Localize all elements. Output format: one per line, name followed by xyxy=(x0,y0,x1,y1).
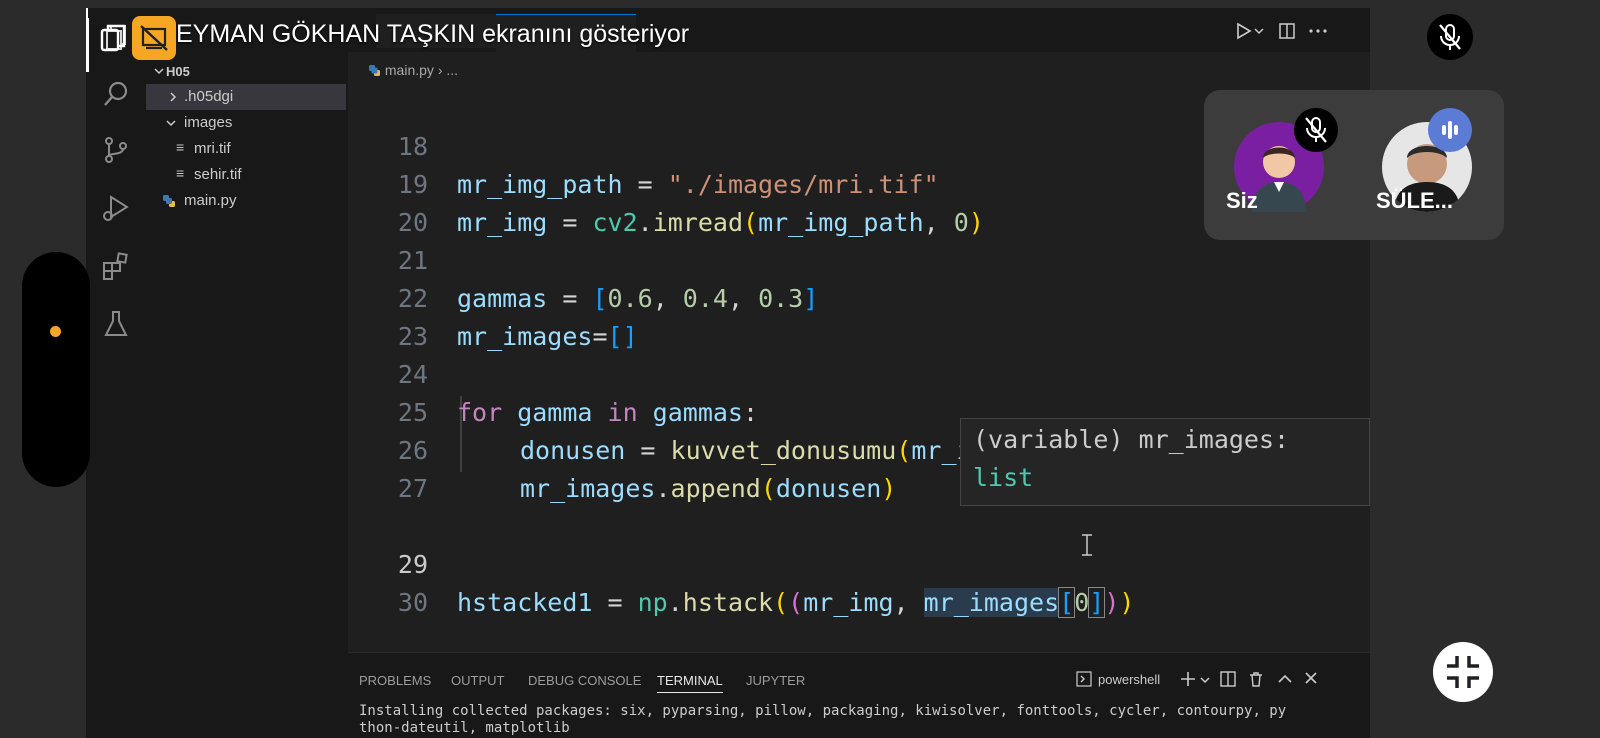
tab-problems[interactable]: PROBLEMS xyxy=(359,673,431,688)
code-token: . xyxy=(667,588,683,617)
mic-off-icon xyxy=(1439,24,1461,50)
tree-file-mri-tif[interactable]: ≡ mri.tif xyxy=(146,136,346,162)
code-line-29[interactable]: 29 hstacked1 = np.hstack((mr_img, mr_ima… xyxy=(348,508,1370,618)
chevron-down-icon xyxy=(166,120,176,127)
audio-level-icon xyxy=(1442,121,1458,139)
search-icon[interactable] xyxy=(100,78,132,110)
banner-divider xyxy=(86,18,89,72)
file-lines-icon: ≡ xyxy=(176,165,185,181)
copy-icon[interactable] xyxy=(98,22,130,54)
line-number: 30 xyxy=(397,588,428,617)
activity-bar xyxy=(86,8,146,738)
mic-off-icon xyxy=(1305,117,1327,143)
chevron-down-icon[interactable] xyxy=(1254,26,1264,36)
split-editor-icon[interactable] xyxy=(1278,22,1296,40)
testing-flask-icon[interactable] xyxy=(100,308,132,340)
fullscreen-exit-icon xyxy=(1447,656,1479,688)
code-token: , xyxy=(893,588,924,617)
code-token: ) xyxy=(1119,588,1135,617)
hover-tooltip: (variable) mr_images: list xyxy=(960,418,1370,506)
code-token: hstack xyxy=(682,588,774,617)
hover-type: list xyxy=(973,463,1034,492)
code-token: mr_img xyxy=(803,588,894,617)
presenting-label: EYMAN GÖKHAN TAŞKIN ekranını gösteriyor xyxy=(176,20,690,48)
terminal-output[interactable]: Installing collected packages: six, pypa… xyxy=(359,703,1286,737)
chevron-down-icon[interactable] xyxy=(154,66,164,76)
code-line-23[interactable]: 23 xyxy=(348,280,1370,351)
chevron-right-icon xyxy=(170,92,177,102)
code-line-24[interactable]: 24 for gamma in gammas: xyxy=(348,318,1370,427)
tree-item-label: mri.tif xyxy=(194,140,231,157)
code-token: 0 xyxy=(1074,588,1090,617)
explorer-sidebar: H05 .h05dgi images ≡ mri.tif ≡ sehir.tif… xyxy=(146,52,349,738)
participant-name: Siz xyxy=(1226,188,1258,213)
split-terminal-icon[interactable] xyxy=(1220,671,1236,687)
tree-item-label: main.py xyxy=(184,192,237,209)
terminal-shell-name[interactable]: powershell xyxy=(1098,672,1160,687)
breadcrumb-file[interactable]: main.py xyxy=(385,62,434,78)
code-line-30[interactable]: 30 xyxy=(348,546,1370,617)
hover-signature: (variable) mr_images: xyxy=(973,425,1290,454)
code-token: ] xyxy=(1088,587,1106,618)
code-token-highlighted: mr_images xyxy=(923,588,1060,617)
shared-screen-vscode: H05 .h05dgi images ≡ mri.tif ≡ sehir.tif… xyxy=(86,8,1370,738)
python-file-icon xyxy=(369,65,380,76)
code-line-22[interactable]: 22 mr_images=[] xyxy=(348,242,1370,351)
tree-item-h05dgi[interactable]: .h05dgi xyxy=(146,84,346,110)
code-token: ( xyxy=(773,588,789,617)
text-cursor-icon xyxy=(1082,534,1092,556)
source-control-icon[interactable] xyxy=(100,134,132,166)
mic-muted-button[interactable] xyxy=(1427,14,1473,60)
explorer-root-h05[interactable]: H05 xyxy=(166,64,190,79)
side-handle[interactable] xyxy=(22,252,90,487)
code-token: = xyxy=(592,588,638,617)
tree-item-label: .h05dgi xyxy=(184,88,234,105)
presentation-off-icon[interactable] xyxy=(132,16,176,60)
participant-tiles: Siz SÜLE... xyxy=(1204,90,1504,240)
breadcrumb: main.py › ... xyxy=(368,62,458,78)
extensions-icon[interactable] xyxy=(100,250,132,282)
breadcrumb-symbols[interactable]: ... xyxy=(446,62,458,78)
tab-debug-console[interactable]: DEBUG CONSOLE xyxy=(528,673,641,688)
tab-terminal[interactable]: TERMINAL xyxy=(657,673,723,693)
terminal-line: Installing collected packages: six, pypa… xyxy=(359,703,1287,719)
terminal-icon xyxy=(1076,671,1092,687)
close-icon[interactable] xyxy=(1304,671,1318,685)
code-line-25[interactable]: 25 donusen = kuvvet_donusumu(mr_img,1,ga… xyxy=(348,356,1370,465)
participant-speaking-indicator xyxy=(1428,108,1472,152)
chevron-down-icon[interactable] xyxy=(1200,675,1210,685)
tree-file-main-py[interactable]: main.py xyxy=(146,188,346,214)
bottom-panel: PROBLEMS OUTPUT DEBUG CONSOLE TERMINAL J… xyxy=(348,652,1370,738)
tree-item-label: sehir.tif xyxy=(194,166,242,183)
more-actions-icon[interactable] xyxy=(1308,22,1328,40)
chevron-up-icon[interactable] xyxy=(1278,673,1292,685)
tree-file-sehir-tif[interactable]: ≡ sehir.tif xyxy=(146,162,346,188)
tab-jupyter[interactable]: JUPYTER xyxy=(746,673,805,688)
tab-output[interactable]: OUTPUT xyxy=(451,673,504,688)
tree-item-label: images xyxy=(184,114,233,131)
python-file-icon xyxy=(163,195,175,207)
trash-icon[interactable] xyxy=(1248,671,1264,687)
code-token: np xyxy=(637,588,668,617)
file-lines-icon: ≡ xyxy=(176,139,185,155)
play-icon[interactable] xyxy=(1234,22,1252,40)
tree-folder-images[interactable]: images xyxy=(146,110,346,136)
recording-dot xyxy=(50,326,61,337)
participant-muted-indicator xyxy=(1294,108,1338,152)
breadcrumb-separator: › xyxy=(437,62,443,78)
participant-name: SÜLE... xyxy=(1376,188,1454,213)
terminal-line: thon-dateutil, matplotlib xyxy=(359,720,570,736)
code-token: ) xyxy=(1104,588,1120,617)
code-token: hstacked1 xyxy=(457,588,593,617)
code-token: [ xyxy=(1058,587,1076,618)
code-token: ( xyxy=(788,588,804,617)
plus-icon[interactable] xyxy=(1180,671,1196,687)
run-debug-icon[interactable] xyxy=(100,192,132,224)
exit-fullscreen-button[interactable] xyxy=(1433,642,1493,702)
